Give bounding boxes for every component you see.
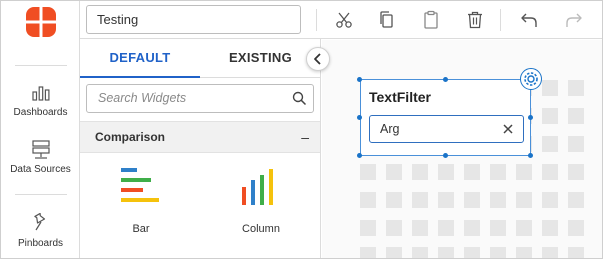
app-logo-icon[interactable] xyxy=(25,6,57,38)
collapse-section-toggle[interactable]: – xyxy=(301,122,309,152)
tab-existing[interactable]: EXISTING xyxy=(200,39,320,78)
filter-value: Arg xyxy=(380,122,400,136)
canvas-grid-cell xyxy=(438,192,454,208)
canvas-grid-cell xyxy=(568,164,584,180)
canvas-grid-cell xyxy=(542,247,558,258)
left-nav: Dashboards Data Sources Pinboards xyxy=(1,1,80,258)
canvas-grid-cell xyxy=(412,164,428,180)
toolbar-separator xyxy=(316,9,317,31)
canvas-grid-cell xyxy=(542,136,558,152)
canvas-grid-cell xyxy=(542,80,558,96)
canvas-grid-cell xyxy=(360,247,376,258)
widget-panel: DEFAULT EXISTING Search Widgets Comparis… xyxy=(80,39,321,258)
canvas-grid-cell xyxy=(438,220,454,236)
copy-icon[interactable] xyxy=(377,10,397,30)
canvas-grid-cell xyxy=(568,80,584,96)
cut-icon[interactable] xyxy=(334,10,354,30)
collapse-panel-button[interactable] xyxy=(306,47,330,71)
canvas-grid-cell xyxy=(360,164,376,180)
canvas-grid-cell xyxy=(490,220,506,236)
canvas-grid-cell xyxy=(568,247,584,258)
canvas-grid-cell xyxy=(542,164,558,180)
canvas-grid-cell xyxy=(386,164,402,180)
widget-label-column: Column xyxy=(242,223,280,235)
resize-handle[interactable] xyxy=(528,115,533,120)
nav-label-data-sources: Data Sources xyxy=(10,164,71,175)
nav-item-data-sources[interactable]: Data Sources xyxy=(1,140,80,175)
paste-icon[interactable] xyxy=(421,10,441,30)
redo-icon[interactable] xyxy=(564,10,584,30)
canvas-grid-cell xyxy=(568,192,584,208)
search-icon[interactable] xyxy=(292,91,307,106)
search-widgets-input[interactable]: Search Widgets xyxy=(86,84,314,113)
dashboard-name-input[interactable]: Testing xyxy=(86,5,301,34)
clear-icon[interactable] xyxy=(502,123,514,135)
canvas-grid-cell xyxy=(568,136,584,152)
canvas-grid-cell xyxy=(412,220,428,236)
column-widget-icon xyxy=(242,169,273,205)
nav-item-dashboards[interactable]: Dashboards xyxy=(1,85,80,118)
nav-divider xyxy=(15,194,67,195)
resize-handle[interactable] xyxy=(357,115,362,120)
canvas-grid-cell xyxy=(516,220,532,236)
pin-icon xyxy=(33,213,45,231)
canvas-grid-cell xyxy=(464,192,480,208)
delete-icon[interactable] xyxy=(465,10,485,30)
canvas-grid-cell xyxy=(386,247,402,258)
canvas-grid-cell xyxy=(542,192,558,208)
nav-label-dashboards: Dashboards xyxy=(13,107,68,118)
canvas-grid-cell xyxy=(516,164,532,180)
toolbar-separator xyxy=(500,9,501,31)
undo-icon[interactable] xyxy=(519,10,539,30)
nav-divider xyxy=(15,65,67,66)
textfilter-widget[interactable]: TextFilter Arg xyxy=(360,79,531,156)
canvas-grid-cell xyxy=(490,247,506,258)
gear-icon xyxy=(524,72,538,86)
canvas-grid-cell xyxy=(516,247,532,258)
canvas-grid-cell xyxy=(438,164,454,180)
widget-settings-button[interactable] xyxy=(520,68,542,90)
resize-handle[interactable] xyxy=(443,153,448,158)
widget-bar[interactable]: Bar xyxy=(91,167,191,235)
canvas-grid-cell xyxy=(490,164,506,180)
widget-title: TextFilter xyxy=(369,89,431,105)
canvas-grid-cell xyxy=(438,247,454,258)
resize-handle[interactable] xyxy=(357,77,362,82)
canvas-grid-cell xyxy=(412,247,428,258)
canvas-grid-cell xyxy=(542,220,558,236)
filter-input[interactable]: Arg xyxy=(369,115,524,143)
tab-default[interactable]: DEFAULT xyxy=(80,39,200,78)
canvas-grid-cell xyxy=(568,108,584,124)
canvas-grid-cell xyxy=(360,220,376,236)
nav-label-pinboards: Pinboards xyxy=(17,238,64,249)
bar-chart-icon xyxy=(31,86,49,101)
top-toolbar: Testing xyxy=(80,1,602,39)
nav-item-pinboards[interactable]: Pinboards xyxy=(1,213,80,249)
section-title: Comparison xyxy=(95,130,166,144)
section-header-comparison[interactable]: Comparison – xyxy=(80,121,320,153)
database-icon xyxy=(31,140,50,159)
canvas-grid-cell xyxy=(386,192,402,208)
canvas-grid-cell xyxy=(464,220,480,236)
canvas-grid-cell xyxy=(386,220,402,236)
resize-handle[interactable] xyxy=(443,77,448,82)
canvas-grid-cell xyxy=(464,247,480,258)
panel-tabs: DEFAULT EXISTING xyxy=(80,39,320,78)
canvas-grid-cell xyxy=(516,192,532,208)
resize-handle[interactable] xyxy=(528,153,533,158)
canvas-grid-cell xyxy=(490,192,506,208)
search-placeholder: Search Widgets xyxy=(98,91,187,105)
resize-handle[interactable] xyxy=(357,153,362,158)
canvas-grid-cell xyxy=(568,220,584,236)
widget-label-bar: Bar xyxy=(132,223,150,235)
widget-column[interactable]: Column xyxy=(211,167,311,235)
canvas-grid-cell xyxy=(464,164,480,180)
canvas-grid-cell xyxy=(412,192,428,208)
canvas-grid-cell xyxy=(360,192,376,208)
chevron-left-icon xyxy=(314,53,321,65)
canvas-grid-cell xyxy=(542,108,558,124)
bar-widget-icon xyxy=(121,168,159,202)
